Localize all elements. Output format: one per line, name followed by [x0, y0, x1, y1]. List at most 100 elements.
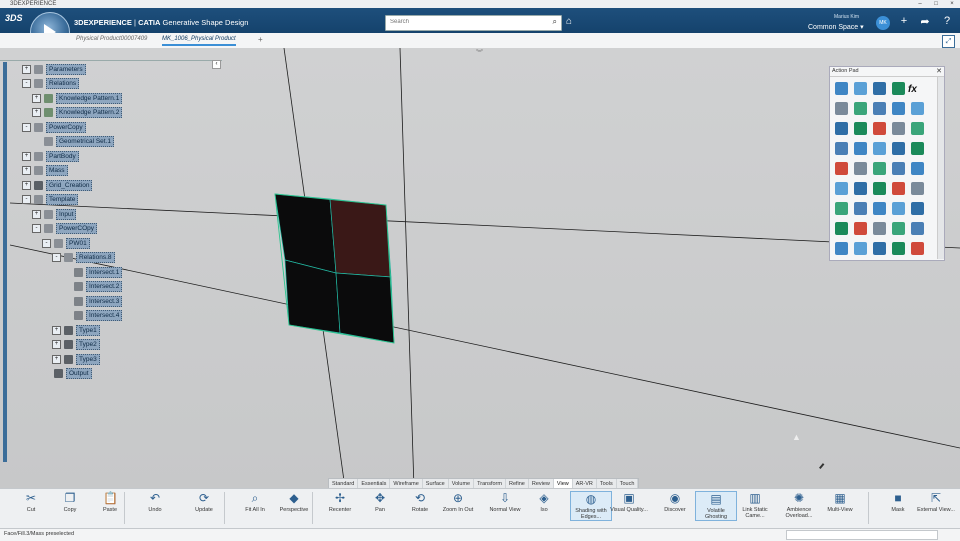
add-icon[interactable]: + [897, 15, 911, 27]
fullscreen-icon[interactable]: ⤢ [942, 35, 955, 48]
toolbar-button[interactable]: ◈ Iso [524, 491, 564, 513]
action-pad-tool-icon[interactable] [873, 102, 886, 115]
collapse-icon[interactable]: - [52, 253, 61, 262]
action-pad-tool-icon[interactable] [911, 122, 924, 135]
tree-node-label[interactable]: Intersect.2 [86, 281, 123, 292]
tree-node-label[interactable]: Intersect.4 [86, 310, 123, 321]
collaborative-space-selector[interactable]: Common Space ▾ [808, 23, 864, 31]
action-pad-tool-icon[interactable] [911, 142, 924, 155]
tree-node[interactable]: + Parameters [22, 63, 86, 75]
minimize-button[interactable]: – [914, 0, 926, 8]
tree-node[interactable]: - Template [22, 194, 79, 206]
action-pad-tool-icon[interactable] [911, 102, 924, 115]
toolbar-button[interactable]: ⊕ Zoom In Out [438, 491, 478, 513]
close-icon[interactable]: ✕ [936, 67, 942, 76]
action-pad-tool-icon[interactable] [873, 242, 886, 255]
action-pad-tool-icon[interactable] [911, 182, 924, 195]
expand-icon[interactable]: + [22, 180, 31, 190]
toolbar-button[interactable]: ⌕ Fit All In [235, 491, 275, 513]
action-pad-scrollbar[interactable] [937, 77, 944, 259]
tree-node[interactable]: Intersect.1 [62, 266, 123, 278]
tree-node-label[interactable]: Type1 [76, 324, 100, 336]
action-pad-tool-icon[interactable] [835, 82, 848, 95]
collapse-icon[interactable]: - [42, 238, 51, 248]
action-pad-tool-icon[interactable] [873, 142, 886, 155]
tree-node[interactable]: + Type2 [52, 339, 100, 351]
toolbar-button[interactable]: ⟳ Update [184, 491, 224, 513]
tree-node[interactable]: - Relations [22, 78, 80, 90]
tree-node[interactable]: - PowerCopy [22, 121, 86, 133]
surface-face[interactable] [274, 193, 337, 274]
tree-node-label[interactable]: Relations [46, 78, 80, 89]
tree-node-label[interactable]: Input [56, 208, 77, 220]
expand-icon[interactable]: + [32, 93, 41, 103]
expand-icon[interactable]: + [32, 108, 41, 117]
geometry-layer[interactable] [0, 48, 960, 488]
tree-node-label[interactable]: Parameters [46, 63, 86, 75]
action-pad-tool-icon[interactable] [854, 242, 867, 255]
toolbar-button[interactable]: ✺ Ambience Overload... [779, 491, 819, 519]
share-icon[interactable]: ➦ [918, 15, 932, 28]
action-pad-panel[interactable]: Action Pad ✕ fx [829, 66, 945, 261]
tree-node-label[interactable]: Type3 [76, 353, 100, 365]
search-box[interactable]: ⌕ [385, 15, 562, 31]
action-pad-tool-icon[interactable] [911, 162, 924, 175]
toolbar-button[interactable]: ▦ Multi-View [820, 491, 860, 513]
tree-node[interactable]: + Type3 [52, 353, 100, 365]
tree-node-label[interactable]: Type2 [76, 339, 100, 350]
expand-icon[interactable]: + [32, 209, 41, 219]
tree-node-label[interactable]: Grid_Creation [46, 179, 93, 191]
action-pad-tool-icon[interactable] [854, 122, 867, 135]
help-icon[interactable]: ? [940, 15, 954, 27]
tab-mk-physical-product[interactable]: MK_1006_Physical Product [162, 36, 236, 46]
toolbar-button[interactable]: ▤ Volatile Ghosting [695, 491, 737, 521]
action-pad-tool-icon[interactable] [892, 102, 905, 115]
tree-node[interactable]: - PowerCOpy [32, 223, 98, 235]
toolbar-button[interactable]: ◉ Discover [655, 491, 695, 513]
surface-face[interactable] [335, 272, 395, 344]
tree-node-label[interactable]: Knowledge Pattern.2 [56, 107, 123, 118]
toolbar-button[interactable]: ■ Mask [878, 491, 918, 513]
action-pad-tool-icon[interactable] [854, 182, 867, 195]
tree-node[interactable]: + Mass [22, 165, 68, 177]
tree-node-label[interactable]: PartBody [46, 150, 79, 162]
tree-node[interactable]: Intersect.4 [62, 310, 123, 322]
toolbar-button[interactable]: ✢ Recenter [320, 491, 360, 513]
collapse-icon[interactable]: - [22, 195, 31, 204]
tag-icon[interactable]: ⌂ [566, 16, 572, 27]
tree-node[interactable]: + Type1 [52, 324, 100, 336]
tree-node[interactable]: - PW01 [42, 237, 90, 249]
action-pad-tool-icon[interactable] [854, 102, 867, 115]
expand-icon[interactable]: + [52, 340, 61, 349]
tree-node-label[interactable]: Template [46, 194, 79, 205]
expand-icon[interactable]: + [22, 151, 31, 161]
tree-node[interactable]: + PartBody [22, 150, 79, 162]
expand-icon[interactable]: + [52, 354, 61, 364]
toolbar-button[interactable]: ↶ Undo [135, 491, 175, 513]
tree-collapse-button[interactable]: ‹ [212, 60, 221, 69]
tree-node[interactable]: + Grid_Creation [22, 179, 93, 191]
maximize-button[interactable]: □ [930, 0, 942, 8]
action-pad-tool-icon[interactable] [892, 182, 905, 195]
action-pad-tool-icon[interactable] [873, 182, 886, 195]
search-icon[interactable]: ⌕ [553, 17, 557, 27]
action-pad-tool-icon[interactable] [835, 202, 848, 215]
action-pad-tool-icon[interactable] [892, 242, 905, 255]
tree-node-label[interactable]: PowerCOpy [56, 223, 98, 234]
expand-icon[interactable]: + [22, 166, 31, 175]
tree-vertical-bar[interactable] [3, 62, 7, 462]
action-pad-tool-icon[interactable] [892, 142, 905, 155]
action-pad-tool-icon[interactable] [892, 162, 905, 175]
tree-node[interactable]: + Knowledge Pattern.1 [32, 92, 123, 104]
tree-node[interactable]: Output [42, 368, 92, 380]
action-pad-tool-icon[interactable] [854, 202, 867, 215]
tree-node[interactable]: Intersect.2 [62, 281, 123, 293]
tree-node-label[interactable]: Intersect.1 [86, 266, 123, 278]
toolbar-button[interactable]: ⇱ External View... [916, 491, 956, 513]
tree-node-label[interactable]: PowerCopy [46, 121, 86, 133]
expand-icon[interactable]: + [52, 325, 61, 335]
action-pad-tool-icon[interactable] [835, 222, 848, 235]
status-input[interactable] [786, 530, 938, 540]
close-window-button[interactable]: × [946, 0, 958, 8]
action-pad-tool-icon[interactable] [835, 122, 848, 135]
